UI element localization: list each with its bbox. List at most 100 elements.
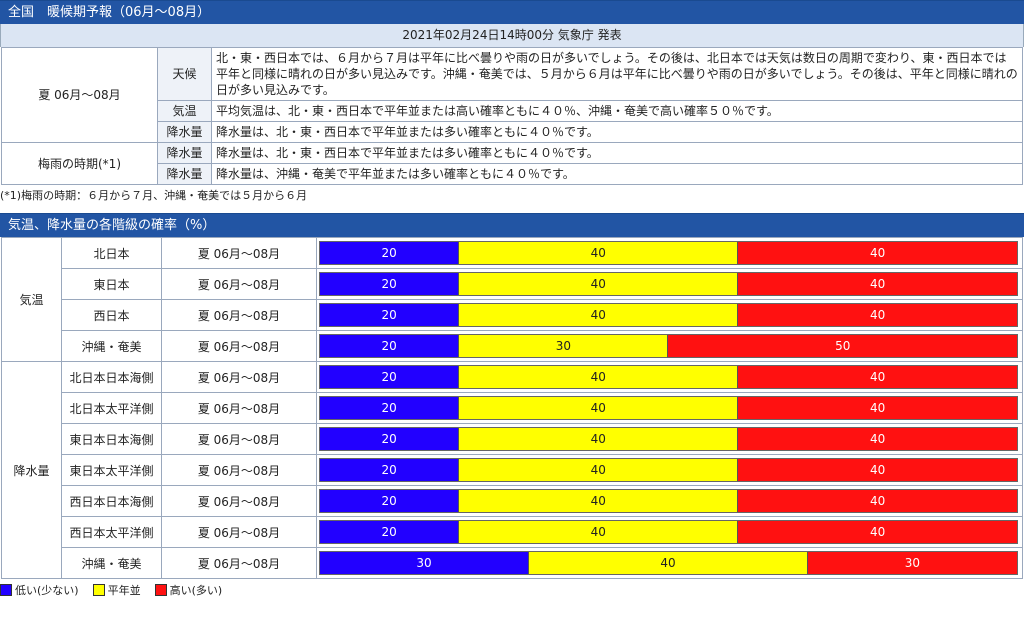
- bar-segment-low: 30: [320, 552, 530, 574]
- probability-bar: 20 40 40: [319, 396, 1018, 420]
- temp-category-label: 気温: [1, 237, 62, 362]
- precip-category-label: 降水量: [1, 361, 62, 579]
- probability-table: 気温 北日本夏 06月～08月 20 40 40 東日本夏 06月～08月 20 40 40 西日…: [1, 237, 1023, 579]
- rainy-precip-label-1: 降水量: [157, 142, 212, 164]
- probability-bar: 20 40 40: [319, 303, 1018, 327]
- period-label: 夏 06月～08月: [161, 547, 317, 579]
- legend-swatch-normal: [92, 584, 105, 596]
- bar-segment-high: 30: [807, 552, 1017, 574]
- bar-segment-normal: 40: [459, 397, 739, 419]
- region-label: 北日本日本海側: [61, 361, 162, 393]
- precip-label: 降水量: [157, 121, 212, 143]
- period-label: 夏 06月～08月: [161, 268, 317, 300]
- probability-bar: 20 40 40: [319, 365, 1018, 389]
- bar-segment-high: 40: [738, 366, 1017, 388]
- bar-segment-high: 40: [738, 273, 1017, 295]
- bar-segment-high: 40: [738, 490, 1017, 512]
- period-label: 夏 06月～08月: [161, 330, 317, 362]
- bar-segment-normal: 40: [459, 521, 739, 543]
- probability-bar: 20 40 40: [319, 241, 1018, 265]
- bar-segment-high: 40: [738, 397, 1017, 419]
- bar-segment-normal: 40: [459, 428, 739, 450]
- precip-text: 降水量は、北・東・西日本で平年並または多い確率ともに４０％です。: [211, 121, 1023, 143]
- period-label: 夏 06月～08月: [161, 423, 317, 455]
- probability-row: 沖縄・奄美夏 06月～08月 20 30 50: [2, 330, 1023, 362]
- probability-bar-cell: 20 40 40: [316, 485, 1023, 517]
- probability-header: 気温、降水量の各階級の確率（%）: [0, 213, 1024, 237]
- probability-bar-cell: 20 40 40: [316, 423, 1023, 455]
- bar-segment-low: 20: [320, 397, 460, 419]
- legend-swatch-high: [154, 584, 167, 596]
- legend-item-high: 高い(多い): [154, 582, 223, 598]
- bar-segment-normal: 40: [529, 552, 808, 574]
- period-label: 夏 06月～08月: [161, 299, 317, 331]
- probability-row: 西日本夏 06月～08月 20 40 40: [2, 299, 1023, 331]
- legend-label-high: 高い(多い): [169, 584, 223, 597]
- bar-segment-high: 40: [738, 521, 1017, 543]
- probability-bar: 20 30 50: [319, 334, 1018, 358]
- region-label: 西日本: [61, 299, 162, 331]
- weather-label: 天候: [157, 47, 212, 101]
- bar-segment-low: 20: [320, 273, 460, 295]
- bar-segment-low: 20: [320, 366, 460, 388]
- period-label: 夏 06月～08月: [161, 454, 317, 486]
- region-label: 東日本日本海側: [61, 423, 162, 455]
- probability-row: 気温 北日本夏 06月～08月 20 40 40: [1, 237, 1023, 362]
- probability-row: 東日本日本海側夏 06月～08月 20 40 40: [2, 423, 1023, 455]
- bar-segment-high: 40: [738, 304, 1017, 326]
- rainy-period-label: 梅雨の時期(*1): [1, 142, 158, 185]
- probability-row: 東日本夏 06月～08月 20 40 40: [2, 268, 1023, 300]
- region-label: 沖縄・奄美: [61, 547, 162, 579]
- bar-segment-normal: 30: [459, 335, 669, 357]
- probability-bar: 20 40 40: [319, 272, 1018, 296]
- probability-bar-cell: 20 40 40: [316, 454, 1023, 486]
- bar-segment-low: 20: [320, 304, 460, 326]
- bar-segment-high: 40: [738, 428, 1017, 450]
- probability-bar: 20 40 40: [319, 520, 1018, 544]
- bar-segment-low: 20: [320, 521, 460, 543]
- legend-item-low: 低い(少ない): [0, 582, 79, 598]
- legend-item-normal: 平年並: [92, 582, 141, 598]
- probability-row: 降水量 北日本日本海側夏 06月～08月 20 40 40: [1, 361, 1023, 579]
- period-label: 夏 06月～08月: [161, 516, 317, 548]
- issued-datetime: 2021年02月24日14時00分 気象庁 発表: [0, 24, 1024, 47]
- bar-segment-high: 40: [738, 242, 1017, 264]
- weather-text: 北・東・西日本では、６月から７月は平年に比べ曇りや雨の日が多いでしょう。その後は…: [211, 47, 1023, 101]
- bar-segment-normal: 40: [459, 490, 739, 512]
- bar-segment-normal: 40: [459, 273, 739, 295]
- rainy-season-note: (*1)梅雨の時期：６月から７月、沖縄・奄美では５月から６月: [0, 189, 308, 202]
- region-label: 沖縄・奄美: [61, 330, 162, 362]
- region-label: 北日本太平洋側: [61, 392, 162, 424]
- probability-row: 西日本太平洋側夏 06月～08月 20 40 40: [2, 516, 1023, 548]
- probability-bar-cell: 20 40 40: [316, 516, 1023, 548]
- probability-row: 沖縄・奄美夏 06月～08月 30 40 30: [2, 547, 1023, 579]
- probability-bar-cell: 20 40 40: [316, 361, 1023, 393]
- forecast-table: 夏 06月～08月 天候 北・東・西日本では、６月から７月は平年に比べ曇りや雨の…: [1, 47, 1023, 185]
- period-label: 夏 06月～08月: [161, 392, 317, 424]
- region-label: 西日本太平洋側: [61, 516, 162, 548]
- probability-bar-cell: 20 30 50: [316, 330, 1023, 362]
- probability-bar-cell: 20 40 40: [316, 392, 1023, 424]
- legend-swatch-low: [0, 584, 12, 596]
- probability-bar-cell: 30 40 30: [316, 547, 1023, 579]
- legend-label-low: 低い(少ない): [15, 584, 79, 597]
- bar-segment-low: 20: [320, 242, 460, 264]
- probability-row: 東日本太平洋側夏 06月～08月 20 40 40: [2, 454, 1023, 486]
- bar-segment-low: 20: [320, 490, 460, 512]
- probability-row: 西日本日本海側夏 06月～08月 20 40 40: [2, 485, 1023, 517]
- rainy-precip-label-2: 降水量: [157, 163, 212, 185]
- probability-bar: 20 40 40: [319, 458, 1018, 482]
- probability-bar-cell: 20 40 40: [316, 237, 1023, 269]
- bar-segment-high: 50: [668, 335, 1017, 357]
- bar-segment-normal: 40: [459, 304, 739, 326]
- bar-segment-normal: 40: [459, 366, 739, 388]
- region-label: 東日本: [61, 268, 162, 300]
- temp-label: 気温: [157, 100, 212, 122]
- bar-segment-normal: 40: [459, 459, 739, 481]
- probability-bar-cell: 20 40 40: [316, 299, 1023, 331]
- bar-segment-high: 40: [738, 459, 1017, 481]
- rainy-precip-text-2: 降水量は、沖縄・奄美で平年並または多い確率ともに４０％です。: [211, 163, 1023, 185]
- probability-row: 北日本太平洋側夏 06月～08月 20 40 40: [2, 392, 1023, 424]
- summer-period-label: 夏 06月～08月: [1, 47, 158, 143]
- forecast-header: 全国 暖候期予報（06月～08月）: [0, 0, 1024, 24]
